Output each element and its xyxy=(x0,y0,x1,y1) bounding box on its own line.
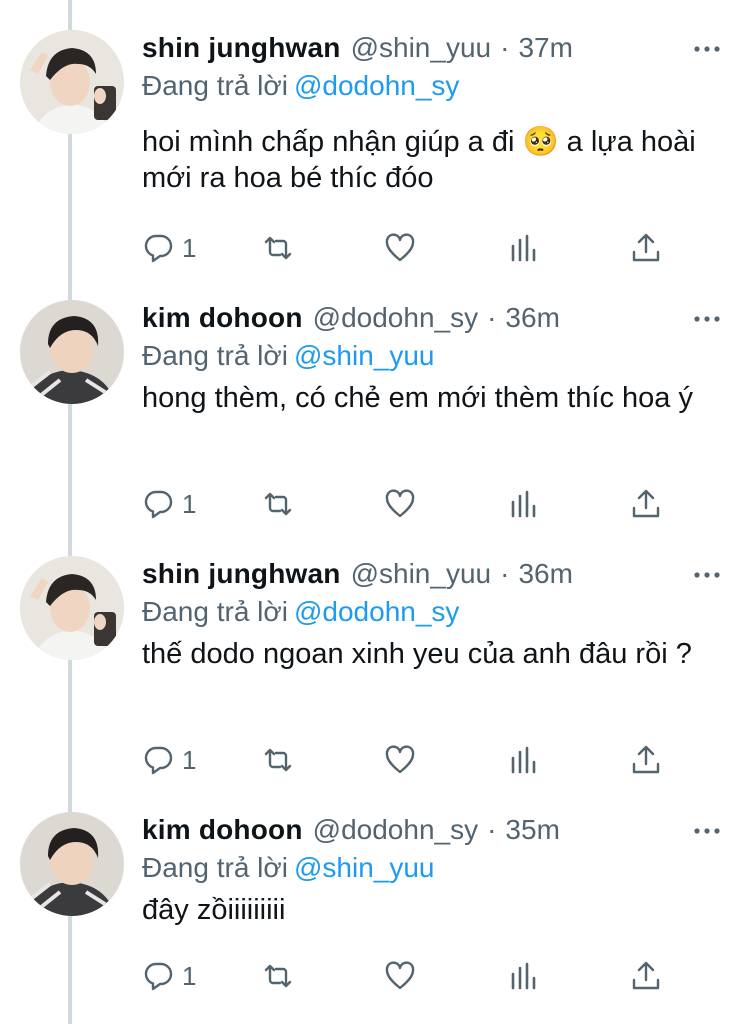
analytics-icon xyxy=(511,962,536,990)
replying-to: Đang trả lời @shin_yuu xyxy=(142,340,722,376)
retweet-button[interactable] xyxy=(262,740,294,780)
replying-to-label: Đang trả lời xyxy=(142,70,288,101)
pleading-face-emoji: 🥺 xyxy=(522,126,559,158)
tweet-text: hoi mình chấp nhận giúp a đi 🥺 a lựa hoà… xyxy=(142,124,702,196)
share-button[interactable] xyxy=(630,740,662,780)
more-icon[interactable] xyxy=(694,316,720,322)
share-button[interactable] xyxy=(630,484,662,524)
avatar-shin-image xyxy=(20,556,124,660)
display-name[interactable]: kim dohoon xyxy=(142,814,303,846)
analytics-icon xyxy=(511,490,536,518)
reply-count: 1 xyxy=(182,488,197,519)
like-icon xyxy=(385,745,415,774)
tweet-text: hong thèm, có chẻ em mới thèm thíc hoa ý xyxy=(142,382,693,414)
analytics-button[interactable] xyxy=(508,484,540,524)
separator-dot: · xyxy=(500,558,510,589)
action-bar: 1 xyxy=(142,484,662,524)
reply-button[interactable]: 1 xyxy=(142,228,196,268)
action-bar: 1 xyxy=(142,228,662,268)
tweet[interactable]: shin junghwan @shin_yuu · 37m Đang trả l… xyxy=(0,0,750,263)
reply-thread: shin junghwan @shin_yuu · 37m Đang trả l… xyxy=(0,0,750,1024)
share-icon xyxy=(632,961,660,990)
reply-button[interactable]: 1 xyxy=(142,956,196,996)
like-button[interactable] xyxy=(384,228,416,268)
user-handle[interactable]: @dodohn_sy xyxy=(313,302,478,334)
avatar[interactable] xyxy=(20,30,124,134)
replying-to: Đang trả lời @dodohn_sy xyxy=(142,70,722,106)
retweet-icon xyxy=(264,748,292,772)
like-button[interactable] xyxy=(384,484,416,524)
timestamp[interactable]: 37m xyxy=(518,32,572,64)
separator-dot: · xyxy=(500,32,510,63)
avatar[interactable] xyxy=(20,300,124,404)
action-bar: 1 xyxy=(142,740,662,780)
reply-icon xyxy=(144,962,173,991)
reply-button[interactable]: 1 xyxy=(142,740,196,780)
reply-icon xyxy=(144,234,173,263)
analytics-icon xyxy=(511,746,536,774)
share-icon xyxy=(632,489,660,518)
display-name[interactable]: kim dohoon xyxy=(142,302,303,334)
retweet-icon xyxy=(264,964,292,988)
tweet-text: thế dodo ngoan xinh yeu của anh đâu rồi … xyxy=(142,638,692,670)
replying-to: Đang trả lời @shin_yuu xyxy=(142,852,722,888)
retweet-icon xyxy=(264,492,292,516)
analytics-button[interactable] xyxy=(508,956,540,996)
like-icon xyxy=(385,961,415,990)
timestamp[interactable]: 36m xyxy=(505,302,559,334)
replying-to-handle[interactable]: @shin_yuu xyxy=(294,852,435,883)
share-button[interactable] xyxy=(630,956,662,996)
like-button[interactable] xyxy=(384,956,416,996)
tweet-text-part: hoi mình chấp nhận giúp a đi xyxy=(142,126,515,158)
reply-icon xyxy=(144,746,173,775)
more-icon[interactable] xyxy=(694,828,720,834)
analytics-icon xyxy=(511,234,536,262)
like-icon xyxy=(385,489,415,518)
avatar[interactable] xyxy=(20,812,124,916)
like-button[interactable] xyxy=(384,740,416,780)
tweet[interactable]: kim dohoon @dodohn_sy · 35m Đang trả lời… xyxy=(0,782,750,1024)
replying-to-label: Đang trả lời xyxy=(142,340,288,371)
reply-count: 1 xyxy=(182,232,197,263)
share-icon xyxy=(632,745,660,774)
replying-to-label: Đang trả lời xyxy=(142,852,288,883)
reply-icon xyxy=(144,490,173,519)
reply-button[interactable]: 1 xyxy=(142,484,196,524)
like-icon xyxy=(385,233,415,262)
retweet-icon xyxy=(264,236,292,260)
separator-dot: · xyxy=(487,302,497,333)
user-handle[interactable]: @shin_yuu xyxy=(351,32,492,64)
more-icon[interactable] xyxy=(694,572,720,578)
display-name[interactable]: shin junghwan xyxy=(142,32,341,64)
replying-to-label: Đang trả lời xyxy=(142,596,288,627)
timestamp[interactable]: 36m xyxy=(518,558,572,590)
tweet[interactable]: shin junghwan @shin_yuu · 36m Đang trả l… xyxy=(0,526,750,782)
action-bar: 1 xyxy=(142,956,662,996)
analytics-button[interactable] xyxy=(508,740,540,780)
more-icon[interactable] xyxy=(694,46,720,52)
avatar-shin-image xyxy=(20,30,124,134)
reply-count: 1 xyxy=(182,960,197,991)
avatar[interactable] xyxy=(20,556,124,660)
tweet[interactable]: kim dohoon @dodohn_sy · 36m Đang trả lời… xyxy=(0,270,750,526)
replying-to: Đang trả lời @dodohn_sy xyxy=(142,596,722,632)
replying-to-handle[interactable]: @dodohn_sy xyxy=(294,70,459,101)
reply-count: 1 xyxy=(182,744,197,775)
share-icon xyxy=(632,233,660,262)
avatar-kim-image xyxy=(20,812,124,916)
replying-to-handle[interactable]: @shin_yuu xyxy=(294,340,435,371)
user-handle[interactable]: @dodohn_sy xyxy=(313,814,478,846)
retweet-button[interactable] xyxy=(262,228,294,268)
analytics-button[interactable] xyxy=(508,228,540,268)
display-name[interactable]: shin junghwan xyxy=(142,558,341,590)
separator-dot: · xyxy=(487,814,497,845)
retweet-button[interactable] xyxy=(262,484,294,524)
share-button[interactable] xyxy=(630,228,662,268)
tweet-text: đây zồiiiiiiiii xyxy=(142,894,286,926)
avatar-kim-image xyxy=(20,300,124,404)
timestamp[interactable]: 35m xyxy=(505,814,559,846)
replying-to-handle[interactable]: @dodohn_sy xyxy=(294,596,459,627)
retweet-button[interactable] xyxy=(262,956,294,996)
user-handle[interactable]: @shin_yuu xyxy=(351,558,492,590)
